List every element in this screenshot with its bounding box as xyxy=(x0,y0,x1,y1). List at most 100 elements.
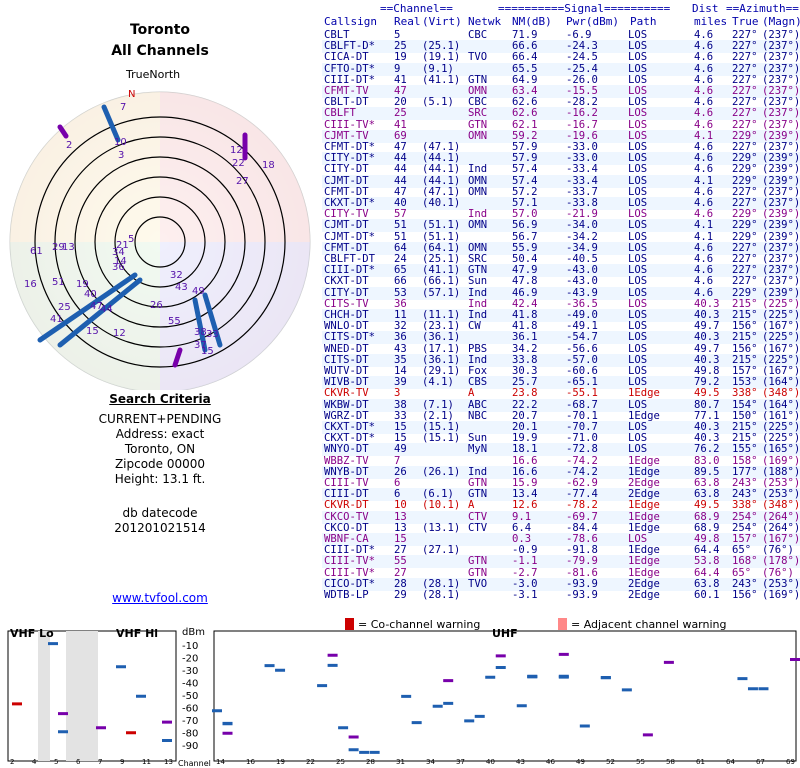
col-pwr: Pwr(dBm) xyxy=(566,15,619,28)
table-cell: 2Edge xyxy=(628,589,660,601)
signal-mark xyxy=(275,668,286,672)
signal-mark xyxy=(212,709,222,713)
svg-text:55: 55 xyxy=(168,316,181,327)
uhf-tick-label: 69 xyxy=(786,758,795,766)
col-miles: miles xyxy=(694,15,728,28)
svg-text:41: 41 xyxy=(50,314,63,325)
signal-mark xyxy=(663,660,674,664)
signal-mark xyxy=(579,724,590,728)
uhf-tick-label: 40 xyxy=(486,758,495,766)
svg-text:49: 49 xyxy=(192,286,205,297)
site-link[interactable]: www.tvfool.com xyxy=(0,591,320,605)
signal-group-header: ==========Signal========== xyxy=(498,2,671,15)
vhf-tick-label: 9 xyxy=(120,758,124,766)
signal-mark xyxy=(264,664,275,668)
y-tick-label: -80 xyxy=(182,729,198,740)
signal-mark xyxy=(58,712,68,716)
svg-text:7: 7 xyxy=(120,102,126,113)
svg-text:26: 26 xyxy=(150,300,163,311)
y-tick-label: -30 xyxy=(182,666,198,677)
svg-text:44: 44 xyxy=(100,304,113,315)
table-cell: (28.1) xyxy=(422,589,461,601)
channel-group-header: ==Channel== xyxy=(380,2,453,15)
signal-mark xyxy=(12,702,22,706)
uhf-tick-label: 49 xyxy=(576,758,585,766)
svg-text:13: 13 xyxy=(62,242,75,253)
channels-subtitle: All Channels xyxy=(111,43,209,59)
dist-group-header: Dist xyxy=(692,2,719,15)
signal-mark xyxy=(58,730,68,734)
co-channel-legend: = Co-channel warning xyxy=(345,618,480,631)
left-panel: Toronto All Channels TrueNorth N 7 10 3 … xyxy=(0,0,320,620)
uhf-tick-label: 22 xyxy=(306,758,315,766)
signal-mark xyxy=(96,726,106,730)
uhf-tick-label: 46 xyxy=(546,758,555,766)
col-callsign: Callsign xyxy=(324,15,377,28)
signal-mark xyxy=(136,694,146,698)
vhf-tick-label: 5 xyxy=(54,758,58,766)
col-virt: (Virt) xyxy=(422,15,462,28)
svg-text:N: N xyxy=(128,89,135,100)
svg-text:38: 38 xyxy=(194,327,207,338)
svg-text:5: 5 xyxy=(128,234,134,245)
uhf-tick-label: 16 xyxy=(246,758,255,766)
svg-text:10: 10 xyxy=(114,137,127,148)
azimuth-group-header: ==Azimuth== xyxy=(726,2,799,15)
vhf-hi-label: VHF Hi xyxy=(116,627,158,640)
svg-text:51: 51 xyxy=(52,277,65,288)
uhf-tick-label: 25 xyxy=(336,758,345,766)
spectrum-chart: = Co-channel warning = Adjacent channel … xyxy=(7,618,800,768)
y-tick-label: -20 xyxy=(182,654,198,665)
signal-mark xyxy=(758,687,769,691)
table-cell: -3.1 xyxy=(512,589,538,601)
signal-mark xyxy=(621,688,632,692)
criteria-lines: CURRENT+PENDING Address: exact Toronto, … xyxy=(0,412,320,487)
polar-plot: N 7 10 3 2 12 22 18 27 5 61 29 13 16 51 … xyxy=(9,89,311,390)
vhf-tick-label: 13 xyxy=(164,758,173,766)
criteria-line: Height: 13.1 ft. xyxy=(114,472,206,486)
svg-text:32: 32 xyxy=(170,270,183,281)
signal-mark xyxy=(516,704,527,708)
y-ticks: -10 -20-30 -40-50 -60-70 -80-90 xyxy=(182,641,198,752)
table-row: WDTB-LP 29 (28.1) -3.1 -93.9 2Edge 60.1 156° (16… xyxy=(322,589,800,602)
signal-mark xyxy=(790,658,800,661)
uhf-tick-label: 37 xyxy=(456,758,465,766)
uhf-tick-label: 58 xyxy=(666,758,675,766)
uhf-tick-label: 55 xyxy=(636,758,645,766)
svg-text:3: 3 xyxy=(118,150,124,161)
signal-mark xyxy=(327,663,338,667)
uhf-tick-label: 14 xyxy=(216,758,225,766)
signal-mark xyxy=(116,665,126,669)
vhf-tick-label: 6 xyxy=(76,758,81,766)
signal-mark xyxy=(338,726,349,730)
signal-mark xyxy=(327,653,338,657)
signal-mark xyxy=(162,720,172,724)
db-line: db datecode xyxy=(122,506,198,520)
uhf-tick-label: 64 xyxy=(726,758,735,766)
vhf-lo-label: VHF Lo xyxy=(10,627,54,640)
svg-text:61: 61 xyxy=(30,246,43,257)
uhf-tick-label: 61 xyxy=(696,758,705,766)
uhf-label: UHF xyxy=(492,627,518,640)
svg-text:16: 16 xyxy=(24,279,37,290)
adjacent-legend-text: = Adjacent channel warning xyxy=(571,618,727,631)
signal-mark xyxy=(222,722,233,726)
y-tick-label: -40 xyxy=(182,679,198,690)
criteria-line: Zipcode 00000 xyxy=(114,457,206,471)
vhf-tick-label: 11 xyxy=(142,758,151,766)
signal-mark xyxy=(464,719,475,723)
table-cell: 29 xyxy=(394,589,407,601)
signal-mark xyxy=(348,735,359,739)
col-netwk: Netwk xyxy=(468,15,502,28)
signal-mark xyxy=(485,675,496,679)
db-line: 201201021514 xyxy=(114,521,206,535)
svg-text:33: 33 xyxy=(206,329,219,340)
criteria-line: Address: exact xyxy=(115,427,205,441)
uhf-tick-label: 31 xyxy=(396,758,405,766)
uhf-tick-label: 52 xyxy=(606,758,615,766)
table-cell: (169°) xyxy=(762,589,800,601)
y-tick-label: -50 xyxy=(182,691,198,702)
signal-mark xyxy=(443,701,454,705)
signal-mark xyxy=(317,684,328,688)
signal-mark xyxy=(359,750,370,754)
